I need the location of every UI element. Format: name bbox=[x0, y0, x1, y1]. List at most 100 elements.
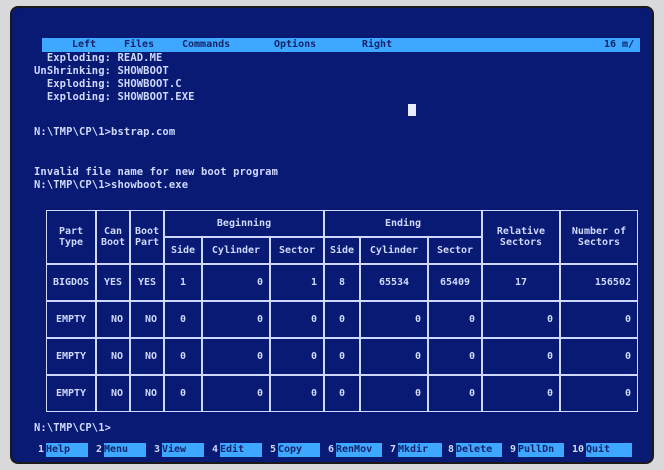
cell-begin-side: 0 bbox=[164, 301, 202, 338]
cell-can-boot: NO bbox=[96, 301, 130, 338]
cell-end-sector: 65409 bbox=[428, 264, 482, 301]
fkey-label: Copy bbox=[278, 443, 320, 457]
fkey-help[interactable]: 1 Help bbox=[38, 443, 90, 457]
cell-part-type: EMPTY bbox=[46, 375, 96, 412]
cell-begin-side: 0 bbox=[164, 338, 202, 375]
fkey-label: Delete bbox=[456, 443, 502, 457]
cell-end-sector: 0 bbox=[428, 301, 482, 338]
menu-right[interactable]: Right bbox=[362, 38, 392, 52]
console-line: N:\TMP\CP\1>bstrap.com bbox=[34, 126, 176, 138]
menu-clock: 16 m/ bbox=[604, 39, 635, 50]
fkey-copy[interactable]: 5 Copy bbox=[270, 443, 322, 457]
cell-can-boot: NO bbox=[96, 338, 130, 375]
cell-number-of-sectors: 0 bbox=[560, 301, 638, 338]
cell-begin-cylinder: 0 bbox=[202, 338, 270, 375]
cell-end-side: 0 bbox=[324, 338, 360, 375]
cell-end-side: 8 bbox=[324, 264, 360, 301]
console-line: Exploding: SHOWBOOT.C bbox=[34, 78, 182, 90]
text-cursor bbox=[408, 104, 416, 116]
cell-end-cylinder: 65534 bbox=[360, 264, 428, 301]
fkey-label: Edit bbox=[220, 443, 262, 457]
header-end-side: Side bbox=[324, 237, 360, 264]
cell-relative-sectors: 0 bbox=[482, 301, 560, 338]
fkey-number: 1 bbox=[38, 444, 45, 455]
cell-boot-part: NO bbox=[130, 375, 164, 412]
cell-boot-part: NO bbox=[130, 301, 164, 338]
fkey-number: 3 bbox=[154, 444, 161, 455]
header-number-of-sectors: Number of Sectors bbox=[560, 210, 638, 264]
fkey-number: 10 bbox=[572, 444, 585, 455]
cell-part-type: BIGDOS bbox=[46, 264, 96, 301]
fkey-label: Quit bbox=[586, 443, 632, 457]
header-relative-sectors: Relative Sectors bbox=[482, 210, 560, 264]
cell-end-side: 0 bbox=[324, 301, 360, 338]
header-begin-cylinder: Cylinder bbox=[202, 237, 270, 264]
cell-number-of-sectors: 0 bbox=[560, 338, 638, 375]
fkey-delete[interactable]: 8 Delete bbox=[448, 443, 504, 457]
cell-end-sector: 0 bbox=[428, 375, 482, 412]
fkey-number: 7 bbox=[390, 444, 397, 455]
cell-number-of-sectors: 0 bbox=[560, 375, 638, 412]
fkey-mkdir[interactable]: 7 Mkdir bbox=[390, 443, 442, 457]
header-boot-part: Boot Part bbox=[130, 210, 164, 264]
console-line: Invalid file name for new boot program bbox=[34, 166, 279, 178]
fkey-menu[interactable]: 2 Menu bbox=[96, 443, 148, 457]
header-begin-sector: Sector bbox=[270, 237, 324, 264]
function-key-bar: 1 Help 2 Menu 3 View 4 Edit 5 Copy 6 RenMov 7M… bbox=[38, 443, 648, 457]
cell-end-side: 0 bbox=[324, 375, 360, 412]
fkey-number: 9 bbox=[510, 444, 517, 455]
cell-number-of-sectors: 156502 bbox=[560, 264, 638, 301]
console-line: UnShrinking: SHOWBOOT bbox=[34, 65, 169, 77]
partition-table: Part Type Can Boot Boot Part Beginning S… bbox=[46, 210, 638, 412]
header-beginning: Beginning bbox=[164, 210, 324, 237]
console-line: N:\TMP\CP\1>showboot.exe bbox=[34, 179, 189, 191]
menu-bar: Left Files Commands Options Right 16 m/ bbox=[42, 38, 640, 52]
cell-relative-sectors: 17 bbox=[482, 264, 560, 301]
cell-part-type: EMPTY bbox=[46, 301, 96, 338]
cell-end-cylinder: 0 bbox=[360, 338, 428, 375]
menu-options[interactable]: Options bbox=[274, 38, 316, 52]
cell-boot-part: NO bbox=[130, 338, 164, 375]
cell-begin-sector: 0 bbox=[270, 375, 324, 412]
fkey-number: 4 bbox=[212, 444, 219, 455]
fkey-label: RenMov bbox=[336, 443, 382, 457]
menu-commands[interactable]: Commands bbox=[182, 38, 230, 52]
cell-begin-cylinder: 0 bbox=[202, 375, 270, 412]
fkey-edit[interactable]: 4 Edit bbox=[212, 443, 264, 457]
cell-part-type: EMPTY bbox=[46, 338, 96, 375]
cell-begin-side: 1 bbox=[164, 264, 202, 301]
cell-can-boot: NO bbox=[96, 375, 130, 412]
fkey-quit[interactable]: 10 Quit bbox=[572, 443, 638, 457]
console-line: Exploding: SHOWBOOT.EXE bbox=[34, 91, 195, 103]
cell-begin-cylinder: 0 bbox=[202, 264, 270, 301]
header-part-type: Part Type bbox=[46, 210, 96, 264]
console-line: Exploding: READ.ME bbox=[34, 52, 163, 64]
cell-boot-part: YES bbox=[130, 264, 164, 301]
cell-begin-sector: 0 bbox=[270, 301, 324, 338]
fkey-label: Menu bbox=[104, 443, 146, 457]
cell-begin-side: 0 bbox=[164, 375, 202, 412]
fkey-number: 5 bbox=[270, 444, 277, 455]
header-begin-side: Side bbox=[164, 237, 202, 264]
fkey-pulldn[interactable]: 9 PullDn bbox=[510, 443, 566, 457]
menu-files[interactable]: Files bbox=[124, 38, 154, 52]
fkey-number: 6 bbox=[328, 444, 335, 455]
cell-can-boot: YES bbox=[96, 264, 130, 301]
cell-begin-sector: 1 bbox=[270, 264, 324, 301]
header-can-boot: Can Boot bbox=[96, 210, 130, 264]
cell-begin-sector: 0 bbox=[270, 338, 324, 375]
cell-end-cylinder: 0 bbox=[360, 375, 428, 412]
fkey-renmov[interactable]: 6 RenMov bbox=[328, 443, 384, 457]
cell-relative-sectors: 0 bbox=[482, 375, 560, 412]
fkey-number: 8 bbox=[448, 444, 455, 455]
header-end-cylinder: Cylinder bbox=[360, 237, 428, 264]
header-ending: Ending bbox=[324, 210, 482, 237]
fkey-label: Help bbox=[46, 443, 88, 457]
cell-end-sector: 0 bbox=[428, 338, 482, 375]
fkey-view[interactable]: 3 View bbox=[154, 443, 206, 457]
cell-relative-sectors: 0 bbox=[482, 338, 560, 375]
fkey-number: 2 bbox=[96, 444, 103, 455]
menu-left[interactable]: Left bbox=[72, 38, 96, 52]
fkey-label: View bbox=[162, 443, 204, 457]
command-prompt[interactable]: N:\TMP\CP\1> bbox=[34, 422, 111, 434]
